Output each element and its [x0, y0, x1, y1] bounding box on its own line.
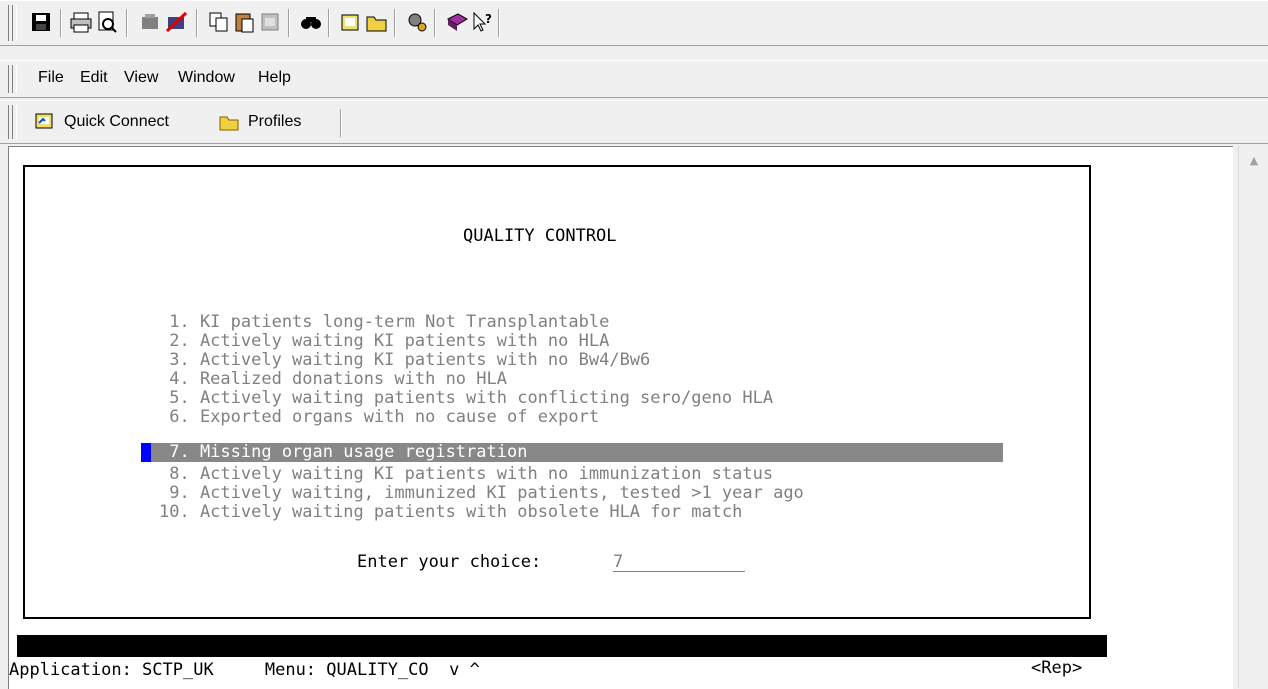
terminal-window[interactable]: QUALITY CONTROL 1. KI patients long-term… — [8, 146, 1233, 689]
find-icon[interactable] — [298, 7, 324, 37]
copy-icon[interactable] — [206, 7, 232, 37]
status-separator-bar — [17, 635, 1107, 657]
status-rep: <Rep> — [1031, 658, 1083, 678]
menu-option[interactable]: 9. Actively waiting, immunized KI patien… — [159, 484, 804, 503]
print-preview-icon[interactable] — [94, 7, 120, 37]
quick-connect-label: Quick Connect — [64, 113, 169, 130]
toolbar-separator — [394, 9, 396, 37]
menu-option[interactable]: 6. Exported organs with no cause of expo… — [159, 408, 599, 427]
connection-bar-separator — [340, 109, 342, 137]
help-book-icon[interactable] — [444, 7, 470, 37]
disconnect-icon[interactable] — [164, 7, 190, 37]
settings-icon[interactable] — [404, 7, 430, 37]
menu-option[interactable]: 1. KI patients long-term Not Transplanta… — [159, 313, 609, 332]
toolbar-separator — [196, 9, 198, 37]
context-help-icon[interactable]: ? — [470, 7, 496, 37]
menu-option-selected[interactable]: 7. Missing organ usage registration — [159, 443, 527, 462]
menu-option[interactable]: 8. Actively waiting KI patients with no … — [159, 465, 773, 484]
svg-text:?: ? — [485, 12, 492, 26]
toolbar-grip-2[interactable] — [12, 5, 17, 41]
terminal-cursor — [141, 443, 151, 462]
menu-bar: File Edit View Window Help — [0, 60, 1268, 98]
connect-icon[interactable] — [138, 7, 164, 37]
toolbar-separator — [126, 9, 128, 37]
connection-bar: Quick Connect Profiles — [0, 100, 1268, 144]
status-line: Application: SCTP_UK Menu: QUALITY_CO v … — [9, 660, 480, 680]
choice-prompt: Enter your choice: — [357, 552, 542, 572]
toolbar-separator — [60, 9, 62, 37]
paste-icon[interactable] — [232, 7, 258, 37]
toolbar-separator — [434, 9, 436, 37]
menu-view[interactable]: View — [124, 69, 158, 87]
folder-icon[interactable] — [364, 7, 390, 37]
menu-window[interactable]: Window — [178, 69, 235, 87]
quick-connect-button[interactable]: Quick Connect — [34, 109, 169, 135]
profiles-label: Profiles — [248, 113, 302, 130]
screen-title: QUALITY CONTROL — [463, 226, 617, 246]
profiles-button[interactable]: Profiles — [218, 109, 301, 135]
quick-connect-icon — [35, 113, 53, 129]
vertical-scrollbar[interactable]: ▲ — [1238, 146, 1268, 688]
connection-bar-grip-2[interactable] — [12, 105, 17, 139]
paste-disabled-icon[interactable] — [258, 7, 284, 37]
menu-bar-grip-2[interactable] — [12, 65, 17, 93]
menu-option[interactable]: 10. Actively waiting patients with obsol… — [159, 503, 742, 522]
scroll-up-arrow-icon[interactable]: ▲ — [1247, 154, 1261, 167]
toolbar-separator — [498, 9, 500, 37]
menu-help[interactable]: Help — [258, 69, 291, 87]
save-icon[interactable] — [28, 7, 54, 37]
menu-option[interactable]: 3. Actively waiting KI patients with no … — [159, 351, 650, 370]
menu-edit[interactable]: Edit — [80, 69, 108, 87]
choice-input[interactable]: 7 — [613, 553, 745, 572]
menu-option[interactable]: 4. Realized donations with no HLA — [159, 370, 507, 389]
menu-option[interactable]: 5. Actively waiting patients with confli… — [159, 389, 773, 408]
print-icon[interactable] — [68, 7, 94, 37]
toolbar-separator — [328, 9, 330, 37]
open-session-icon[interactable] — [338, 7, 364, 37]
toolbar-separator — [288, 9, 290, 37]
toolbar: ? — [0, 0, 1268, 46]
menu-option[interactable]: 2. Actively waiting KI patients with no … — [159, 332, 609, 351]
folder-icon — [219, 116, 239, 131]
menu-file[interactable]: File — [38, 69, 64, 87]
